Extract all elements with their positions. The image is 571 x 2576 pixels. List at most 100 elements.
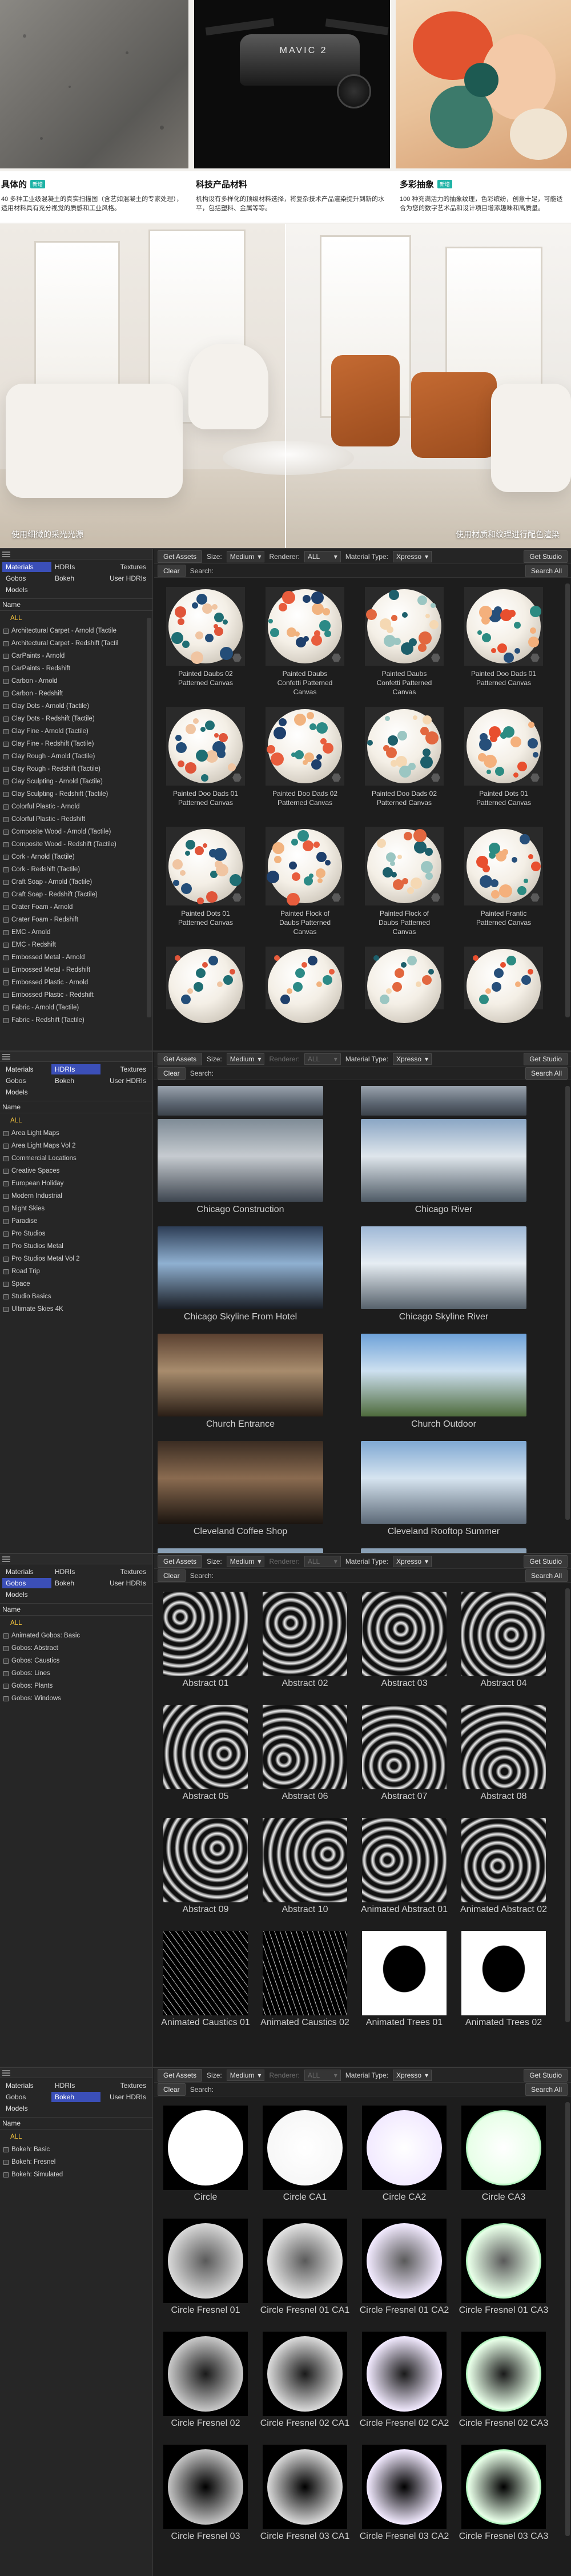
- bokeh-preview[interactable]: [461, 2106, 546, 2190]
- expand-icon[interactable]: [3, 1206, 9, 1211]
- gobo-preview[interactable]: [461, 1705, 546, 1789]
- category-item[interactable]: Architectural Carpet - Arnold (Tactile: [0, 625, 152, 637]
- gobo-preview[interactable]: [263, 1818, 347, 1902]
- tab-bokeh[interactable]: Bokeh: [51, 573, 100, 583]
- category-item[interactable]: Colorful Plastic - Arnold: [0, 800, 152, 813]
- expand-icon[interactable]: [3, 1658, 9, 1664]
- expand-icon[interactable]: [3, 867, 9, 872]
- asset-card[interactable]: Painted Frantic Patterned Canvas: [456, 827, 552, 927]
- category-all[interactable]: ALL: [0, 1617, 152, 1629]
- expand-icon[interactable]: [3, 879, 9, 885]
- search-input[interactable]: [218, 1570, 521, 1581]
- material-type-select[interactable]: Xpresso ▾: [392, 1555, 432, 1567]
- material-preview[interactable]: [365, 827, 444, 905]
- gobo-preview[interactable]: [163, 1592, 248, 1676]
- get-studio-button[interactable]: Get Studio: [524, 2068, 568, 2082]
- expand-icon[interactable]: [3, 1645, 9, 1651]
- category-item[interactable]: Studio Basics: [0, 1290, 152, 1303]
- category-item[interactable]: Bokeh: Fresnel: [0, 2156, 152, 2168]
- bokeh-preview[interactable]: [362, 2219, 447, 2303]
- gobo-preview[interactable]: [263, 1592, 347, 1676]
- tab-hdris[interactable]: HDRIs: [51, 562, 100, 572]
- tab-bokeh[interactable]: Bokeh: [51, 1076, 100, 1086]
- material-type-select[interactable]: Xpresso ▾: [392, 550, 432, 562]
- expand-icon[interactable]: [3, 992, 9, 998]
- category-all[interactable]: ALL: [0, 612, 152, 625]
- size-select[interactable]: Medium ▾: [226, 2069, 265, 2081]
- search-input[interactable]: [218, 2084, 521, 2095]
- category-item[interactable]: Crater Foam - Arnold: [0, 901, 152, 913]
- expand-icon[interactable]: [3, 1269, 9, 1274]
- search-all-button[interactable]: Search All: [525, 1569, 568, 1582]
- category-item[interactable]: Gobos: Windows: [0, 1692, 152, 1705]
- category-item[interactable]: Pro Studios: [0, 1227, 152, 1240]
- category-item[interactable]: Clay Dots - Redshift (Tactile): [0, 713, 152, 725]
- expand-icon[interactable]: [3, 1671, 9, 1676]
- material-preview[interactable]: [464, 587, 543, 666]
- tab-user-hdris[interactable]: User HDRIs: [100, 1076, 150, 1086]
- tab-bokeh[interactable]: Bokeh: [51, 2092, 100, 2102]
- asset-card[interactable]: Painted Dots 01 Patterned Canvas: [158, 827, 254, 927]
- material-preview[interactable]: [464, 947, 543, 1023]
- tab-textures[interactable]: Textures: [100, 1567, 150, 1577]
- hdri-preview[interactable]: [158, 1119, 323, 1202]
- menu-icon[interactable]: [2, 1556, 10, 1562]
- sidebar-scrollbar[interactable]: [147, 618, 151, 1017]
- tab-models[interactable]: Models: [2, 1589, 51, 1600]
- material-preview[interactable]: [464, 707, 543, 786]
- hdri-preview[interactable]: [361, 1226, 526, 1309]
- gobo-preview[interactable]: [362, 1705, 447, 1789]
- search-all-button[interactable]: Search All: [525, 2083, 568, 2096]
- material-preview[interactable]: [266, 587, 344, 666]
- tab-materials[interactable]: Materials: [2, 562, 51, 572]
- tab-textures[interactable]: Textures: [100, 562, 150, 572]
- material-preview[interactable]: [266, 707, 344, 786]
- expand-icon[interactable]: [3, 703, 9, 709]
- category-item[interactable]: Clay Fine - Redshift (Tactile): [0, 738, 152, 750]
- category-item[interactable]: Road Trip: [0, 1265, 152, 1278]
- expand-icon[interactable]: [3, 1633, 9, 1639]
- bokeh-preview[interactable]: [362, 2445, 447, 2529]
- expand-icon[interactable]: [3, 1181, 9, 1186]
- bokeh-preview[interactable]: [461, 2219, 546, 2303]
- material-preview[interactable]: [166, 947, 245, 1023]
- category-item[interactable]: CarPaints - Arnold: [0, 650, 152, 662]
- category-item[interactable]: Craft Soap - Redshift (Tactile): [0, 888, 152, 901]
- expand-icon[interactable]: [3, 1256, 9, 1262]
- expand-icon[interactable]: [3, 1143, 9, 1149]
- expand-icon[interactable]: [3, 741, 9, 747]
- grid-scrollbar[interactable]: [565, 583, 570, 1017]
- name-column-header[interactable]: Name: [0, 598, 152, 611]
- category-item[interactable]: Modern Industrial: [0, 1190, 152, 1202]
- menu-icon[interactable]: [2, 1053, 10, 1060]
- tab-gobos[interactable]: Gobos: [2, 1076, 51, 1086]
- tab-textures[interactable]: Textures: [100, 2080, 150, 2091]
- category-item[interactable]: CarPaints - Redshift: [0, 662, 152, 675]
- expand-icon[interactable]: [3, 1005, 9, 1011]
- expand-icon[interactable]: [3, 1696, 9, 1701]
- category-item[interactable]: Night Skies: [0, 1202, 152, 1215]
- category-item[interactable]: Fabric - Arnold (Tactile): [0, 1001, 152, 1014]
- get-assets-button[interactable]: Get Assets: [158, 2068, 203, 2082]
- hdri-preview[interactable]: [158, 1086, 323, 1116]
- clear-button[interactable]: Clear: [158, 564, 186, 577]
- tab-hdris[interactable]: HDRIs: [51, 1064, 100, 1074]
- bokeh-preview[interactable]: [163, 2106, 248, 2190]
- category-item[interactable]: Clay Sculpting - Arnold (Tactile): [0, 775, 152, 788]
- bokeh-preview[interactable]: [263, 2106, 347, 2190]
- expand-icon[interactable]: [3, 804, 9, 810]
- menu-icon[interactable]: [2, 2070, 10, 2076]
- expand-icon[interactable]: [3, 1168, 9, 1174]
- bokeh-preview[interactable]: [163, 2445, 248, 2529]
- name-column-header[interactable]: Name: [0, 1101, 152, 1113]
- expand-icon[interactable]: [3, 766, 9, 772]
- expand-icon[interactable]: [3, 942, 9, 948]
- material-preview[interactable]: [365, 587, 444, 666]
- material-preview[interactable]: [166, 827, 245, 905]
- category-item[interactable]: Architectural Carpet - Redshift (Tactil: [0, 637, 152, 650]
- tab-gobos[interactable]: Gobos: [2, 573, 51, 583]
- category-item[interactable]: Crater Foam - Redshift: [0, 913, 152, 926]
- gobo-preview[interactable]: [461, 1818, 546, 1902]
- get-assets-button[interactable]: Get Assets: [158, 1555, 203, 1568]
- hdri-preview[interactable]: [158, 1441, 323, 1524]
